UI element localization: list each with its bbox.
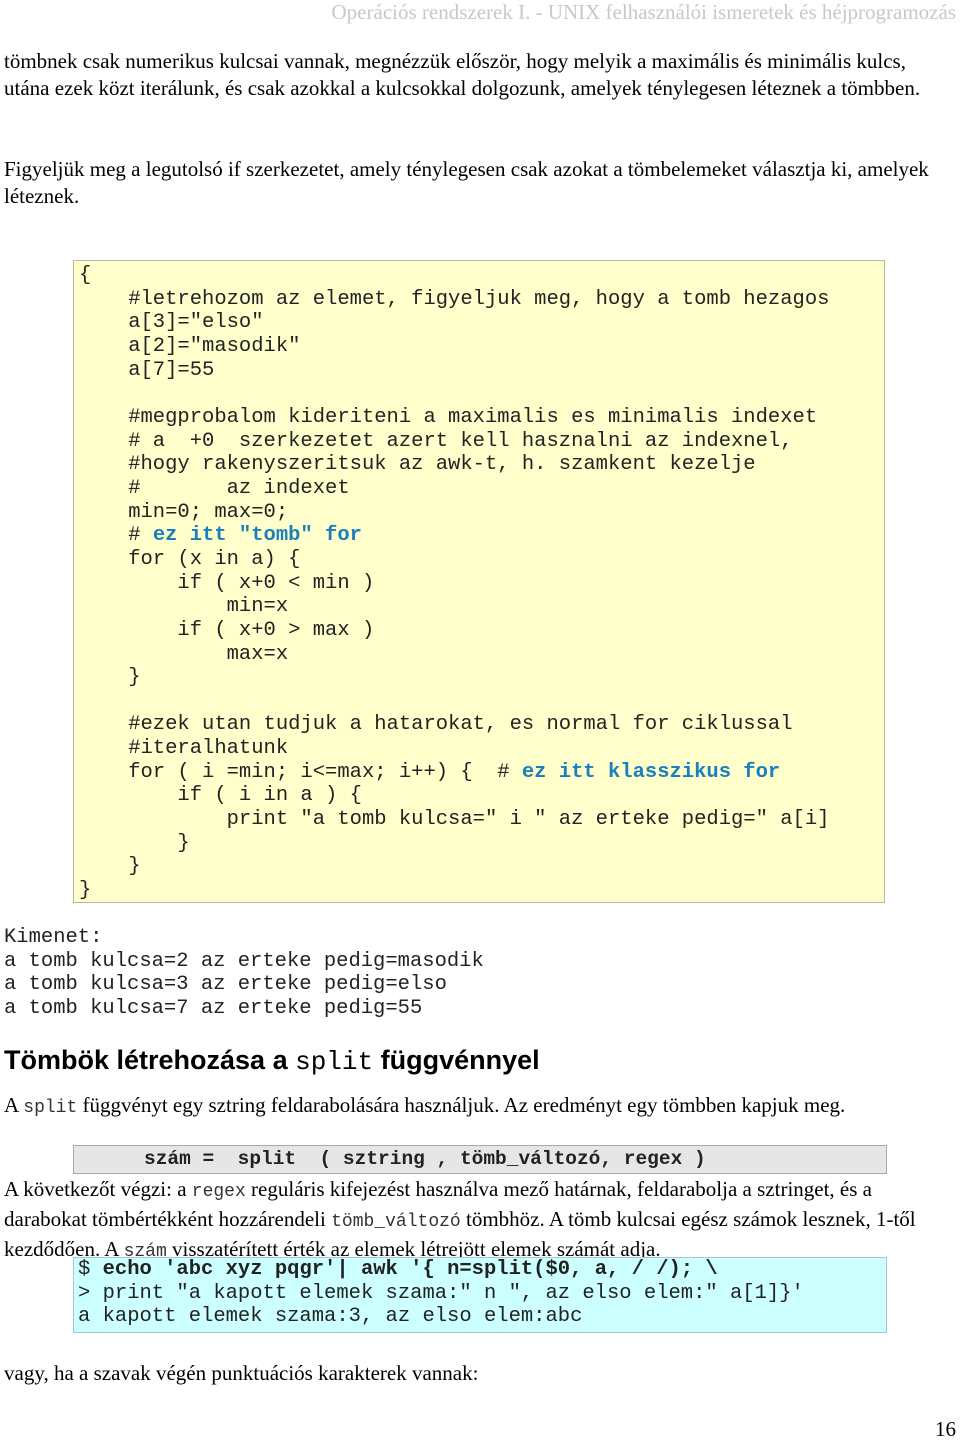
code-line: } [79, 855, 141, 879]
output-line: a tomb kulcsa=2 az erteke pedig=masodik [4, 949, 484, 973]
text: függvényt egy sztring feldarabolására ha… [77, 1093, 846, 1117]
code-line: } [79, 831, 190, 855]
code-line: min=0; max=0; [79, 500, 289, 524]
code-line: a[2]="masodik" [79, 334, 301, 358]
code-line: a[7]=55 [79, 358, 215, 382]
code-line: print "a tomb kulcsa=" i " az erteke ped… [79, 808, 830, 832]
running-header: Operációs rendszerek I. - UNIX felhaszná… [331, 0, 956, 24]
heading-text: Tömbök létrehozása a [4, 1045, 296, 1075]
inline-code: split [23, 1098, 78, 1118]
code-line: #megprobalom kideriteni a maximalis es m… [79, 405, 818, 429]
split-explanation: A következőt végzi: a regex reguláris ki… [4, 1176, 949, 1266]
awk-code-example: { #letrehozom az elemet, figyeljuk meg, … [73, 260, 885, 903]
shell-command: echo 'abc xyz pqgr'| awk '{ n=split($0, … [102, 1258, 718, 1281]
output-label: Kimenet: [4, 926, 103, 949]
section-heading: Tömbök létrehozása a split függvénnyel [4, 1043, 540, 1079]
shell-listing: $ echo 'abc xyz pqgr'| awk '{ n=split($0… [74, 1258, 886, 1329]
code-line: min=x [79, 595, 289, 619]
inline-code: regex [191, 1182, 246, 1202]
code-line: if ( x+0 < min ) [79, 571, 375, 595]
code-line: a[3]="elso" [79, 311, 264, 335]
code-line: # a +0 szerkezetet azert kell hasznalni … [79, 429, 793, 453]
heading-text: függvénnyel [373, 1045, 540, 1075]
code-line: { [79, 264, 92, 287]
page-number: 16 [935, 1417, 956, 1441]
code-line: #letrehozom az elemet, figyeljuk meg, ho… [79, 287, 830, 311]
split-syntax-box: szám = split ( sztring , tömb_változó, r… [73, 1145, 887, 1174]
split-description: A split függvényt egy sztring feldarabol… [4, 1092, 949, 1122]
shell-continuation: > print "a kapott elemek szama:" n ", az… [78, 1281, 804, 1305]
code-line: } [79, 879, 92, 903]
code-line: if ( i in a ) { [79, 784, 362, 808]
shell-prompt: $ [78, 1258, 103, 1281]
code-line: if ( x+0 > max ) [79, 618, 375, 642]
heading-code: split [295, 1047, 374, 1077]
inline-code: tömb_változó [331, 1212, 461, 1232]
code-line: # az indexet [79, 476, 350, 500]
output-line: a tomb kulcsa=7 az erteke pedig=55 [4, 996, 423, 1020]
highlighted-comment: ez itt klasszikus for [521, 760, 781, 784]
code-line: max=x [79, 642, 289, 666]
intro-paragraph-1: tömbnek csak numerikus kulcsai vannak, m… [4, 49, 921, 100]
code-line: #ezek utan tudjuk a hatarokat, es normal… [79, 713, 793, 737]
highlighted-comment: ez itt "tomb" for [152, 524, 362, 548]
output-line: a tomb kulcsa=3 az erteke pedig=elso [4, 973, 447, 997]
code-line: #iteralhatunk [79, 737, 289, 761]
closing-paragraph: vagy, ha a szavak végén punktuációs kara… [4, 1361, 479, 1385]
text: A [4, 1093, 24, 1117]
text: A következőt végzi: a [4, 1177, 192, 1201]
shell-example-box: $ echo 'abc xyz pqgr'| awk '{ n=split($0… [73, 1257, 887, 1333]
shell-result: a kapott elemek szama:3, az elso elem:ab… [78, 1305, 583, 1329]
code-line: #hogy rakenyszeritsuk az awk-t, h. szamk… [79, 453, 756, 477]
intro-paragraph-2: Figyeljük meg a legutolsó if szerkezetet… [4, 157, 929, 208]
code-line: for (x in a) { [79, 547, 301, 571]
output-block: Kimenet: a tomb kulcsa=2 az erteke pedig… [4, 926, 484, 1020]
code-line: # [79, 524, 153, 548]
code-line: for ( i =min; i<=max; i++) { # [79, 760, 522, 784]
code-listing: { #letrehozom az elemet, figyeljuk meg, … [74, 261, 884, 903]
code-line: } [79, 666, 141, 690]
